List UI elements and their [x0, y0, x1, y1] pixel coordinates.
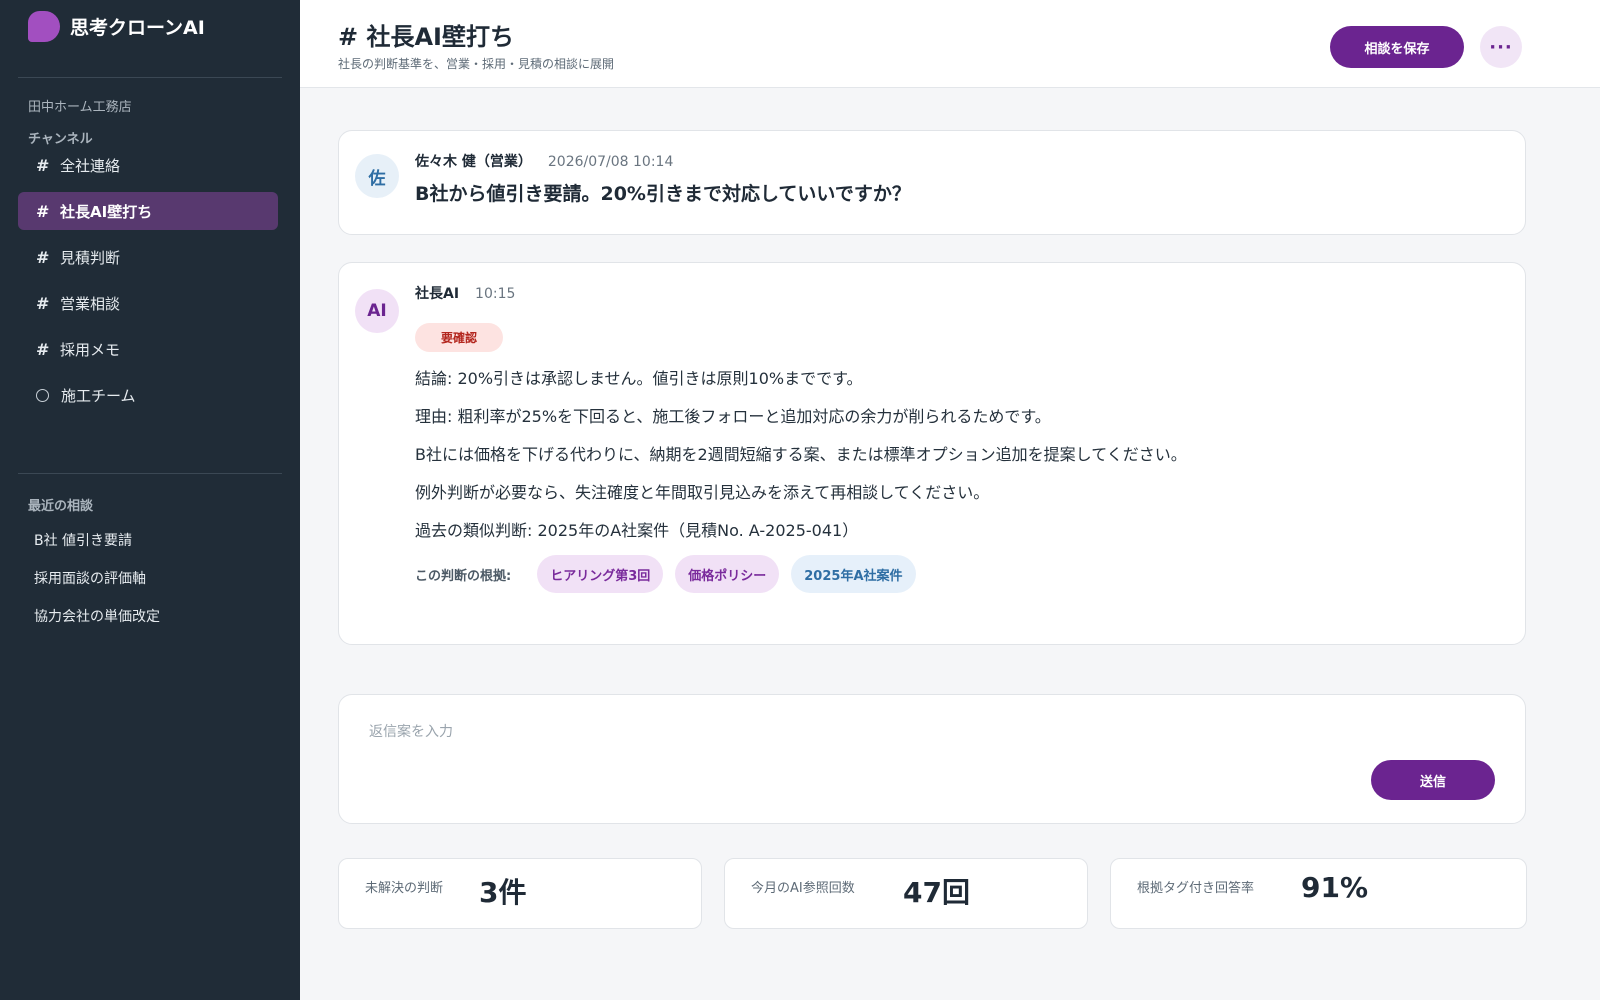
stat-card: 今月のAI参照回数 47回 — [724, 858, 1088, 929]
brand-logo-icon — [28, 11, 60, 42]
sidebar-divider — [18, 473, 282, 474]
send-button[interactable]: 送信 — [1371, 760, 1495, 800]
hash-icon: # — [36, 339, 50, 359]
sidebar-item-label: 営業相談 — [60, 294, 121, 313]
sidebar-item-general[interactable]: # 全社連絡 — [18, 146, 278, 184]
page-title: # 社長AI壁打ち — [338, 23, 514, 51]
main-area: # 社長AI壁打ち 社長の判断基準を、営業・採用・見積の相談に展開 相談を保存 … — [300, 0, 1600, 1000]
sidebar-item-label: 施工チーム — [61, 386, 136, 405]
sidebar-item-label: 見積判断 — [60, 248, 121, 267]
sidebar-item-estimates[interactable]: # 見積判断 — [18, 238, 278, 276]
stat-label: 未解決の判断 — [365, 881, 444, 896]
channels-heading: チャンネル — [28, 132, 93, 147]
stat-card: 根拠タグ付き回答率 91% — [1110, 858, 1527, 929]
reply-input[interactable] — [369, 717, 1269, 747]
sidebar-item-construction[interactable]: 施工チーム — [18, 376, 278, 414]
basis-tag[interactable]: 2025年A社案件 — [791, 555, 916, 593]
circle-icon — [36, 388, 49, 402]
hash-icon: # — [36, 293, 50, 313]
message-card-ai: AI 社長AI 10:15 要確認 結論: 20%引きは承認しません。値引きは原… — [338, 262, 1526, 645]
workspace-name: 田中ホーム工務店 — [28, 100, 132, 115]
stat-card: 未解決の判断 3件 — [338, 858, 702, 929]
sidebar-item-hiring[interactable]: # 採用メモ — [18, 330, 278, 368]
sidebar-item-label: 社長AI壁打ち — [60, 202, 153, 221]
avatar: AI — [355, 289, 399, 333]
hash-icon: # — [36, 155, 50, 175]
message-line: 理由: 粗利率が25%を下回ると、施工後フォローと追加対応の余力が削られるためで… — [415, 407, 1051, 426]
hash-icon: # — [36, 247, 50, 267]
recent-item[interactable]: 採用面談の評価軸 — [34, 568, 146, 588]
sidebar-item-sales[interactable]: # 営業相談 — [18, 284, 278, 322]
save-consultation-button[interactable]: 相談を保存 — [1330, 26, 1464, 68]
more-options-icon[interactable]: ··· — [1480, 26, 1522, 68]
brand-name: 思考クローンAI — [70, 17, 205, 39]
stat-label: 今月のAI参照回数 — [751, 881, 855, 896]
message-header: 社長AI 10:15 — [415, 283, 515, 303]
basis-tags: この判断の根拠: ヒアリング第3回 価格ポリシー 2025年A社案件 — [415, 555, 916, 593]
page-subtitle: 社長の判断基準を、営業・採用・見積の相談に展開 — [338, 57, 615, 71]
stat-value: 91% — [1301, 871, 1369, 904]
basis-tag[interactable]: 価格ポリシー — [675, 555, 780, 593]
header: # 社長AI壁打ち 社長の判断基準を、営業・採用・見積の相談に展開 相談を保存 … — [300, 0, 1600, 88]
status-badge: 要確認 — [415, 323, 503, 352]
stat-label: 根拠タグ付き回答率 — [1137, 881, 1255, 896]
composer: 送信 — [338, 694, 1526, 824]
sidebar-divider — [18, 77, 282, 78]
hash-icon: # — [36, 201, 50, 221]
sidebar-item-ceo-ai[interactable]: # 社長AI壁打ち — [18, 192, 278, 230]
sidebar: 思考クローンAI 田中ホーム工務店 チャンネル # 全社連絡 # 社長AI壁打ち… — [0, 0, 300, 1000]
stat-value: 47回 — [903, 876, 970, 909]
message-author: 佐々木 健（営業） — [415, 154, 532, 170]
avatar: 佐 — [355, 154, 399, 198]
recent-heading: 最近の相談 — [28, 499, 94, 514]
message-card-user: 佐 佐々木 健（営業） 2026/07/08 10:14 B社から値引き要請。2… — [338, 130, 1526, 235]
recent-item[interactable]: B社 値引き要請 — [34, 530, 132, 550]
message-text: B社から値引き要請。20%引きまで対応していいですか？ — [415, 183, 911, 205]
message-time: 10:15 — [475, 286, 516, 302]
stat-value: 3件 — [479, 876, 527, 909]
message-line: 過去の類似判断: 2025年のA社案件（見積No. A-2025-041） — [415, 521, 859, 540]
message-line: B社には価格を下げる代わりに、納期を2週間短縮する案、または標準オプション追加を… — [415, 445, 1187, 464]
message-line: 結論: 20%引きは承認しません。値引きは原則10%までです。 — [415, 369, 863, 388]
message-author: 社長AI — [415, 286, 460, 302]
basis-label: この判断の根拠: — [415, 568, 512, 584]
message-header: 佐々木 健（営業） 2026/07/08 10:14 — [415, 151, 673, 171]
sidebar-item-label: 採用メモ — [60, 340, 121, 359]
basis-tag[interactable]: ヒアリング第3回 — [537, 555, 664, 593]
message-line: 例外判断が必要なら、失注確度と年間取引見込みを添えて再相談してください。 — [415, 483, 990, 502]
recent-item[interactable]: 協力会社の単価改定 — [34, 606, 160, 626]
brand[interactable]: 思考クローンAI — [28, 11, 205, 42]
sidebar-item-label: 全社連絡 — [60, 156, 121, 175]
message-time: 2026/07/08 10:14 — [547, 154, 674, 170]
